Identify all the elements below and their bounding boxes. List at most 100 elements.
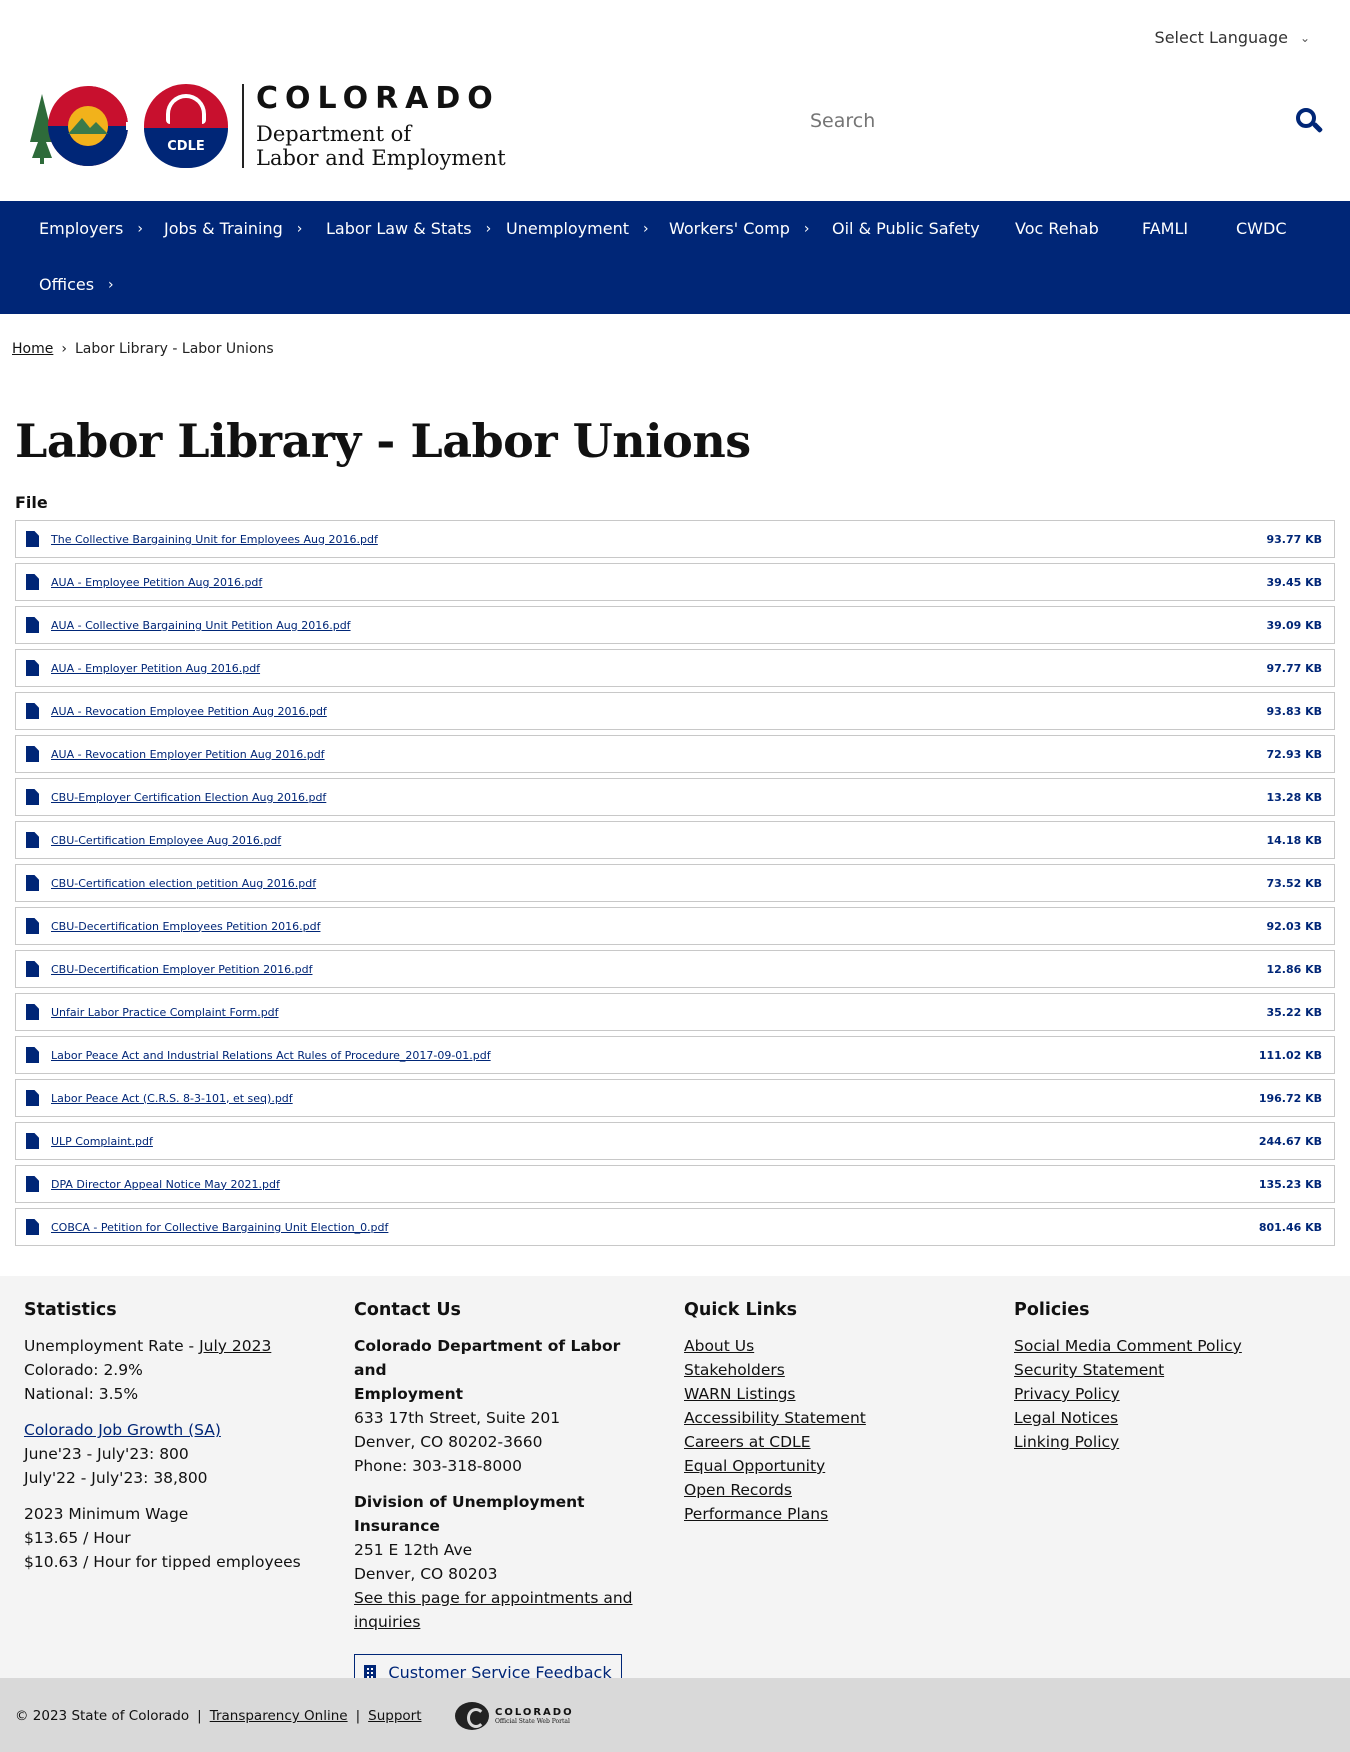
file-size: 72.93 KB [1266, 747, 1322, 761]
file-entry: CBU-Employer Certification Election Aug … [26, 789, 326, 805]
contact-address1: 633 17th Street, Suite 201 [354, 1409, 561, 1427]
nav-item-famli[interactable]: FAMLI [1142, 219, 1188, 238]
nav-item-voc-rehab[interactable]: Voc Rehab [1015, 219, 1099, 238]
file-link[interactable]: Labor Peace Act (C.R.S. 8-3-101, et seq)… [51, 1092, 293, 1105]
file-link[interactable]: AUA - Collective Bargaining Unit Petitio… [51, 619, 351, 632]
file-link[interactable]: CBU-Decertification Employer Petition 20… [51, 963, 312, 976]
file-row: The Collective Bargaining Unit for Emplo… [15, 520, 1335, 558]
policies-heading: Policies [1014, 1300, 1090, 1320]
copyright: © 2023 State of Colorado [15, 1708, 190, 1724]
file-link[interactable]: AUA - Revocation Employer Petition Aug 2… [51, 748, 325, 761]
file-icon [26, 531, 39, 547]
support-link[interactable]: Support [368, 1708, 421, 1724]
nav-item-jobs-training[interactable]: Jobs & Training › [164, 219, 302, 238]
file-row: ULP Complaint.pdf 244.67 KB [15, 1122, 1335, 1160]
file-link[interactable]: Unfair Labor Practice Complaint Form.pdf [51, 1006, 279, 1019]
file-link[interactable]: AUA - Employer Petition Aug 2016.pdf [51, 662, 260, 675]
file-icon [26, 918, 39, 934]
file-link[interactable]: Labor Peace Act and Industrial Relations… [51, 1049, 491, 1062]
file-link[interactable]: COBCA - Petition for Collective Bargaini… [51, 1221, 388, 1234]
official-portal-logo[interactable]: COLORADO Official State Web Portal [455, 1702, 574, 1730]
file-link[interactable]: CBU-Certification election petition Aug … [51, 877, 316, 890]
policy-privacy[interactable]: Privacy Policy [1014, 1382, 1314, 1406]
file-row: AUA - Collective Bargaining Unit Petitio… [15, 606, 1335, 644]
nav-item-offices[interactable]: Offices › [39, 275, 114, 294]
transparency-link[interactable]: Transparency Online [210, 1708, 348, 1724]
policy-security[interactable]: Security Statement [1014, 1358, 1314, 1382]
file-entry: Labor Peace Act and Industrial Relations… [26, 1047, 491, 1063]
file-link[interactable]: ULP Complaint.pdf [51, 1135, 153, 1148]
quick-link-stakeholders[interactable]: Stakeholders [684, 1358, 984, 1382]
file-link[interactable]: CBU-Certification Employee Aug 2016.pdf [51, 834, 281, 847]
file-link[interactable]: CBU-Employer Certification Election Aug … [51, 791, 326, 804]
footer-policies: Policies Social Media Comment Policy Sec… [1014, 1298, 1314, 1454]
file-size: 244.67 KB [1258, 1134, 1322, 1148]
file-icon [26, 789, 39, 805]
file-entry: Unfair Labor Practice Complaint Form.pdf [26, 1004, 279, 1020]
nav-item-label: Workers' Comp [669, 219, 790, 238]
quick-link-equal-opportunity[interactable]: Equal Opportunity [684, 1454, 984, 1478]
language-select[interactable]: Select Language ⌄ [1155, 28, 1310, 47]
breadcrumb-current: Labor Library - Labor Unions [74, 341, 274, 357]
search-input[interactable] [810, 110, 1210, 132]
chevron-right-icon: › [137, 220, 143, 237]
quick-link-open-records[interactable]: Open Records [684, 1478, 984, 1502]
nav-item-cwdc[interactable]: CWDC [1236, 219, 1286, 238]
file-size: 73.52 KB [1266, 876, 1322, 890]
colorado-logo-icon [28, 82, 136, 170]
file-size: 93.83 KB [1266, 704, 1322, 718]
quick-link-careers[interactable]: Careers at CDLE [684, 1430, 984, 1454]
file-row: CBU-Decertification Employees Petition 2… [15, 907, 1335, 945]
footer-quick-links: Quick Links About Us Stakeholders WARN L… [684, 1298, 984, 1526]
contact-div-address2: Denver, CO 80203 [354, 1565, 498, 1583]
file-link[interactable]: The Collective Bargaining Unit for Emplo… [51, 533, 378, 546]
nav-item-label: Jobs & Training [164, 219, 283, 238]
file-link[interactable]: AUA - Revocation Employee Petition Aug 2… [51, 705, 327, 718]
file-entry: AUA - Employer Petition Aug 2016.pdf [26, 660, 260, 676]
nav-item-employers[interactable]: Employers › [39, 219, 143, 238]
file-icon [26, 1004, 39, 1020]
quick-link-accessibility[interactable]: Accessibility Statement [684, 1406, 984, 1430]
footer-contact: Contact Us Colorado Department of Labor … [354, 1298, 654, 1692]
file-row: AUA - Employer Petition Aug 2016.pdf 97.7… [15, 649, 1335, 687]
national-rate: National: 3.5% [24, 1385, 139, 1403]
file-icon [26, 1090, 39, 1106]
contact-division: Division of Unemployment Insurance [354, 1493, 585, 1535]
file-entry: COBCA - Petition for Collective Bargaini… [26, 1219, 388, 1235]
cdle-badge-text: CDLE [167, 139, 205, 154]
search-icon[interactable] [1296, 108, 1324, 134]
bottom-separator: | [197, 1708, 202, 1724]
nav-item-label: Offices [39, 275, 95, 294]
nav-item-label: FAMLI [1142, 219, 1189, 238]
contact-div-address1: 251 E 12th Ave [354, 1541, 473, 1559]
policy-linking[interactable]: Linking Policy [1014, 1430, 1314, 1454]
appointments-link[interactable]: See this page for appointments and inqui… [354, 1586, 654, 1634]
file-size: 12.86 KB [1266, 962, 1322, 976]
job-growth-link[interactable]: Colorado Job Growth (SA) [24, 1418, 324, 1442]
file-link[interactable]: AUA - Employee Petition Aug 2016.pdf [51, 576, 262, 589]
nav-item-labor-law-stats[interactable]: Labor Law & Stats › [326, 219, 491, 238]
file-size: 111.02 KB [1258, 1048, 1322, 1062]
policy-social-media[interactable]: Social Media Comment Policy [1014, 1334, 1314, 1358]
file-icon [26, 617, 39, 633]
quick-link-performance-plans[interactable]: Performance Plans [684, 1502, 984, 1526]
min-wage-heading: 2023 Minimum Wage [24, 1505, 189, 1523]
breadcrumb-home[interactable]: Home [12, 341, 53, 357]
file-entry: CBU-Decertification Employees Petition 2… [26, 918, 320, 934]
policy-legal-notices[interactable]: Legal Notices [1014, 1406, 1314, 1430]
nav-item-label: Employers [39, 219, 124, 238]
unemployment-rate-line: Unemployment Rate - July 2023 [24, 1334, 324, 1358]
quick-link-warn-listings[interactable]: WARN Listings [684, 1382, 984, 1406]
file-link[interactable]: CBU-Decertification Employees Petition 2… [51, 920, 320, 933]
file-icon [26, 660, 39, 676]
file-link[interactable]: DPA Director Appeal Notice May 2021.pdf [51, 1178, 280, 1191]
cdle-logo[interactable]: CDLE COLORADO Department of Labor and Em… [28, 82, 506, 170]
quick-link-about-us[interactable]: About Us [684, 1334, 984, 1358]
nav-item-oil-public-safety[interactable]: Oil & Public Safety [832, 219, 980, 238]
unemployment-rate-link[interactable]: July 2023 [199, 1337, 271, 1355]
nav-item-unemployment[interactable]: Unemployment › [506, 219, 649, 238]
nav-item-workers-comp[interactable]: Workers' Comp › [669, 219, 810, 238]
appointments-link-line2: inquiries [354, 1613, 421, 1631]
bottom-links: © 2023 State of Colorado | Transparency … [15, 1708, 422, 1724]
portal-text: COLORADO Official State Web Portal [495, 1707, 574, 1725]
